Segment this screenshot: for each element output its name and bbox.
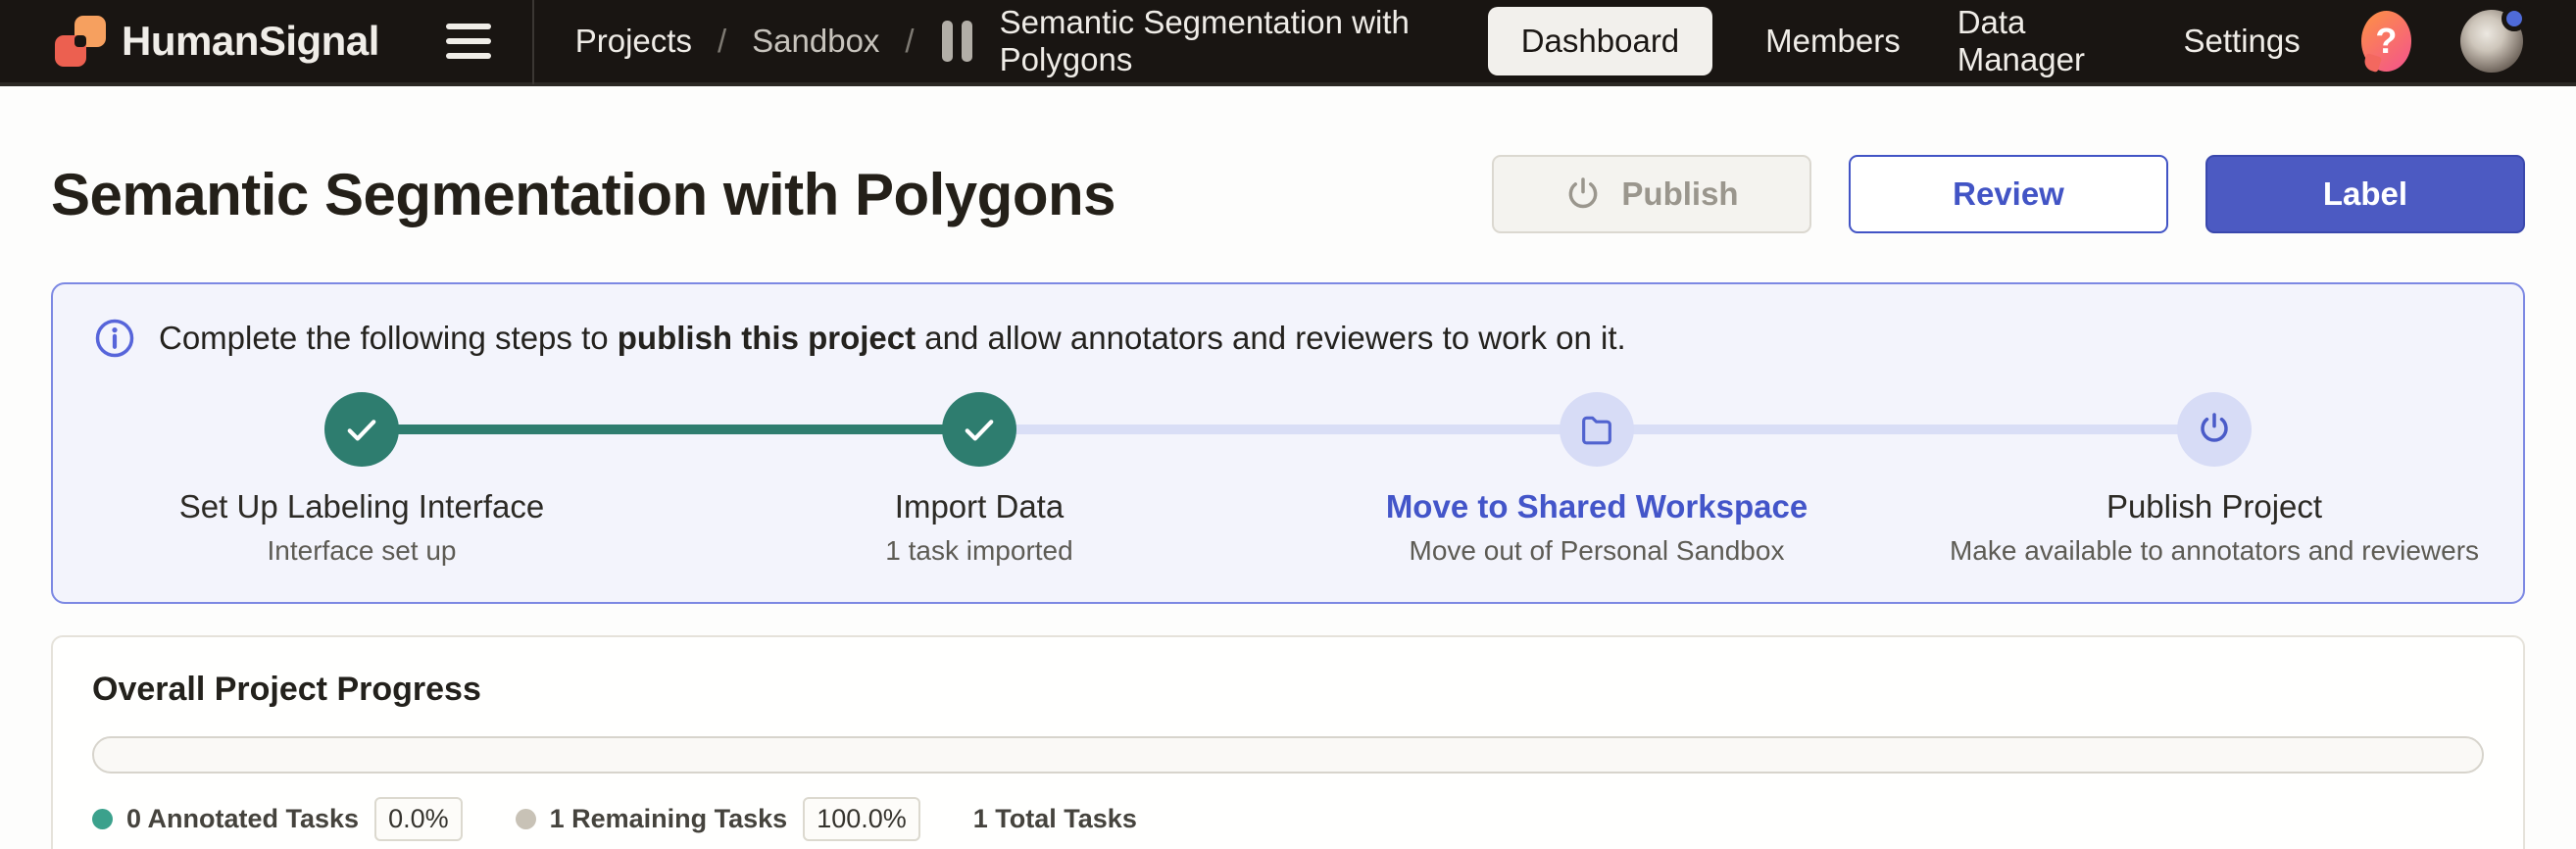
legend-remaining-tasks: 1 Remaining Tasks 100.0% — [516, 797, 920, 841]
legend-label: 1 Total Tasks — [973, 804, 1137, 834]
step-subtitle: Make available to annotators and reviewe… — [1950, 535, 2479, 567]
progress-bar — [92, 736, 2484, 774]
banner-message: Complete the following steps to publish … — [159, 320, 1626, 357]
publish-button-label: Publish — [1621, 175, 1738, 213]
step-title: Publish Project — [2106, 488, 2322, 525]
help-question-mark: ? — [2375, 21, 2397, 62]
step-subtitle: Interface set up — [267, 535, 456, 567]
breadcrumb-current-project: Semantic Segmentation with Polygons — [1000, 4, 1488, 78]
tab-dashboard[interactable]: Dashboard — [1488, 7, 1712, 75]
tab-data-manager[interactable]: Data Manager — [1954, 0, 2131, 94]
annotated-percent-badge: 0.0% — [374, 797, 463, 841]
legend-annotated-tasks: 0 Annotated Tasks 0.0% — [92, 797, 463, 841]
humansignal-logo[interactable]: HumanSignal — [55, 16, 379, 67]
legend-total-tasks: 1 Total Tasks — [973, 804, 1137, 834]
tab-settings[interactable]: Settings — [2180, 7, 2304, 75]
overall-progress-card: Overall Project Progress 0 Annotated Tas… — [51, 635, 2525, 849]
power-icon — [1564, 175, 1602, 213]
review-button-label: Review — [1953, 175, 2064, 213]
breadcrumb-projects[interactable]: Projects — [575, 23, 692, 60]
folder-icon — [1577, 410, 1616, 449]
step-circle-done — [942, 392, 1016, 467]
info-icon — [94, 318, 135, 359]
step-circle-done — [324, 392, 399, 467]
review-button[interactable]: Review — [1849, 155, 2168, 233]
online-status-dot — [2502, 6, 2527, 31]
breadcrumb-separator: / — [718, 23, 726, 60]
publish-button[interactable]: Publish — [1492, 155, 1811, 233]
step-setup-labeling-interface: Set Up Labeling Interface Interface set … — [53, 392, 670, 567]
pause-icon — [942, 21, 972, 62]
user-avatar[interactable] — [2460, 10, 2523, 73]
step-title: Set Up Labeling Interface — [179, 488, 544, 525]
progress-legend: 0 Annotated Tasks 0.0% 1 Remaining Tasks… — [92, 797, 2484, 841]
step-subtitle: 1 task imported — [885, 535, 1072, 567]
step-publish-project: Publish Project Make available to annota… — [1906, 392, 2523, 567]
publish-steps-banner: Complete the following steps to publish … — [51, 282, 2525, 604]
legend-label: 0 Annotated Tasks — [126, 804, 359, 834]
step-subtitle: Move out of Personal Sandbox — [1410, 535, 1785, 567]
step-move-to-shared-workspace: Move to Shared Workspace Move out of Per… — [1288, 392, 1906, 567]
brand-name: HumanSignal — [122, 18, 379, 65]
step-import-data: Import Data 1 task imported — [670, 392, 1288, 567]
remaining-dot — [516, 809, 536, 829]
remaining-percent-badge: 100.0% — [803, 797, 920, 841]
step-title: Import Data — [895, 488, 1064, 525]
power-icon — [2195, 410, 2234, 449]
legend-label: 1 Remaining Tasks — [550, 804, 788, 834]
humansignal-logo-icon — [55, 16, 106, 67]
annotated-dot — [92, 809, 113, 829]
progress-card-title: Overall Project Progress — [92, 671, 2484, 709]
step-circle-todo — [1560, 392, 1634, 467]
check-icon — [341, 409, 382, 450]
main-content: Semantic Segmentation with Polygons Publ… — [0, 155, 2576, 849]
check-icon — [959, 409, 1000, 450]
label-button-label: Label — [2323, 175, 2407, 213]
navbar-divider — [532, 0, 534, 84]
step-link-move-to-shared-workspace[interactable]: Move to Shared Workspace — [1386, 488, 1808, 525]
label-button[interactable]: Label — [2205, 155, 2525, 233]
breadcrumb-separator: / — [905, 23, 914, 60]
publish-stepper: Set Up Labeling Interface Interface set … — [53, 392, 2523, 567]
breadcrumb-workspace[interactable]: Sandbox — [752, 23, 879, 60]
header-actions: Publish Review Label — [1492, 155, 2525, 233]
step-circle-todo — [2177, 392, 2252, 467]
breadcrumb: Projects / Sandbox / Semantic Segmentati… — [575, 4, 1488, 78]
page-title: Semantic Segmentation with Polygons — [51, 161, 1115, 228]
hamburger-menu-icon[interactable] — [444, 18, 493, 65]
main-navbar: HumanSignal Projects / Sandbox / Semanti… — [0, 0, 2576, 86]
tab-members[interactable]: Members — [1761, 7, 1905, 75]
help-icon[interactable]: ? — [2361, 11, 2411, 72]
